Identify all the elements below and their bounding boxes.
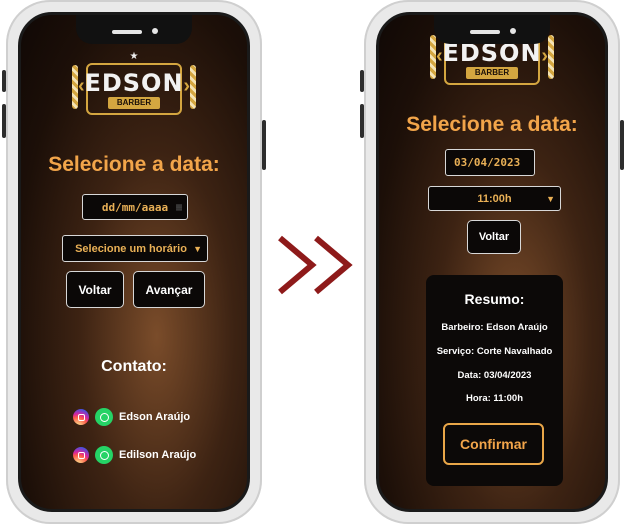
page-title: Selecione a data: [48, 153, 220, 176]
whatsapp-icon[interactable] [95, 408, 113, 426]
date-input[interactable]: 03/04/2023 [445, 149, 535, 176]
brand-sub: BARBER [466, 67, 518, 79]
side-button [360, 104, 364, 138]
next-button[interactable]: Avançar [133, 271, 205, 308]
contact-item: Edson Araújo [73, 408, 190, 426]
side-button [262, 120, 266, 170]
summary-service: Serviço: Corte Navalhado [436, 346, 553, 357]
contact-item: Edilson Araújo [73, 446, 196, 464]
brand-name: EDSON [84, 69, 184, 97]
time-select-value: 11:00h [477, 192, 512, 205]
back-button[interactable]: Voltar [66, 271, 124, 308]
instagram-icon[interactable] [73, 447, 89, 463]
phone-right: ‹ › EDSON BARBER Selecione a data: 03/04… [360, 0, 624, 524]
contact-name: Edson Araújo [119, 411, 191, 423]
back-button[interactable]: Voltar [467, 220, 521, 254]
notch [434, 15, 550, 44]
star-icon: ★ [129, 51, 139, 62]
summary-panel: Resumo: Barbeiro: Edson Araújo Serviço: … [426, 275, 563, 486]
time-select[interactable]: Selecione um horário ▼ [62, 235, 208, 262]
date-value: 03/04/2023 [454, 156, 521, 169]
brand-sub: BARBER [108, 97, 160, 109]
side-button [620, 120, 624, 170]
whatsapp-icon[interactable] [95, 446, 113, 464]
confirm-button[interactable]: Confirmar [443, 423, 544, 465]
date-placeholder: dd/mm/aaaa [101, 200, 169, 214]
time-select[interactable]: 11:00h ▼ [428, 186, 561, 211]
summary-barber: Barbeiro: Edson Araújo [441, 322, 548, 333]
double-chevron-right-icon [278, 235, 353, 295]
side-button [360, 70, 364, 92]
notch [76, 15, 192, 44]
instagram-icon[interactable] [73, 409, 89, 425]
time-select-label: Selecione um horário [75, 242, 187, 255]
chevron-down-icon: ▼ [546, 193, 555, 204]
date-input[interactable]: dd/mm/aaaa ▦ [82, 194, 188, 220]
screen-left: ‹ › ★ EDSON BARBER Selecione a data: dd/… [18, 12, 250, 512]
side-button [2, 104, 6, 138]
chevron-down-icon: ▼ [193, 243, 202, 254]
screen-right: ‹ › EDSON BARBER Selecione a data: 03/04… [376, 12, 608, 512]
brand-logo: ‹ › ★ EDSON BARBER [68, 51, 200, 119]
phone-left: ‹ › ★ EDSON BARBER Selecione a data: dd/… [2, 0, 266, 524]
page-title: Selecione a data: [406, 113, 578, 136]
contact-title: Contato: [101, 358, 167, 375]
contact-name: Edilson Araújo [119, 449, 197, 461]
summary-date: Data: 03/04/2023 [457, 370, 532, 381]
calendar-icon[interactable]: ▦ [176, 202, 182, 213]
side-button [2, 70, 6, 92]
summary-title: Resumo: [464, 291, 525, 307]
summary-hour: Hora: 11:00h [465, 393, 524, 404]
